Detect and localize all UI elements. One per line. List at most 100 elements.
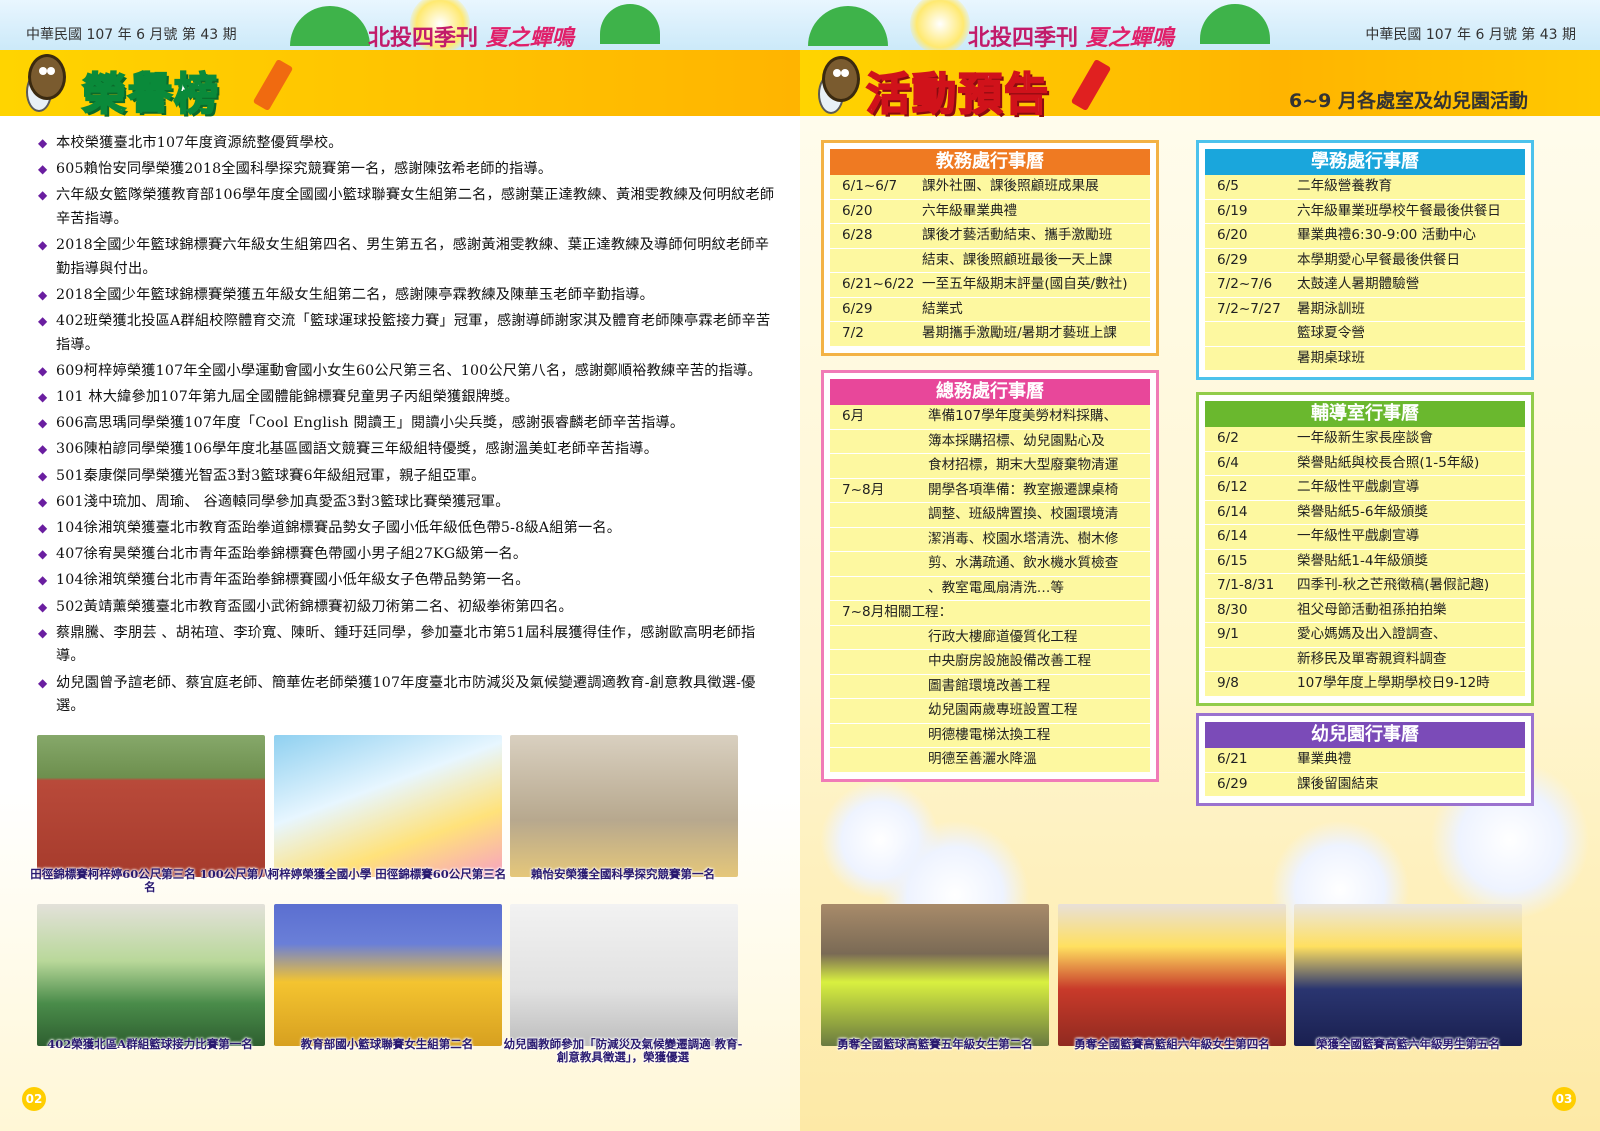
calendar-table: 6/2 一年級新生家長座談會 6/4 榮譽貼紙與校長合照(1-5年級) 6/12 二年級性… (1205, 427, 1525, 697)
calendar-row: 6/20 畢業典禮6:30-9:00 活動中心 (1205, 223, 1525, 249)
calendar-date: 6月 (830, 405, 922, 430)
calendar-event: 調整、班級牌置換、校園環境清 (922, 502, 1150, 528)
honor-item: 601淺中琉加、周瑜、 谷適轅同學參加真愛盃3對3籃球比賽榮獲冠軍。 (38, 491, 778, 515)
calendar-event: 暑期泳訓班 (1291, 297, 1525, 322)
calendar-event: 一年級性平戲劇宣導 (1291, 524, 1525, 550)
photo-caption: 柯梓婷榮獲全國小學 田徑錦標賽60公尺第三名 (267, 867, 507, 881)
counseling-calendar: 輔導室行事曆 6/2 一年級新生家長座談會 6/4 榮譽貼紙與校長合照(1-5年級) 6… (1196, 392, 1534, 706)
calendar-date (1205, 647, 1291, 672)
magazine-title: 北投四季刊 夏之蟬鳴 (368, 20, 574, 52)
calendar-date: 6/2 (1205, 427, 1291, 452)
calendar-event: 四季刊-秋之芒飛徵稿(暑假記趣) (1291, 573, 1525, 599)
calendar-row: 7~8月相關工程： (830, 600, 1150, 626)
calendar-event: 六年級畢業典禮 (916, 199, 1150, 224)
photo-caption: 402榮獲北區A群組籃球接力比賽第一名 (47, 1037, 253, 1051)
calendar-event: 課外社團、課後照顧班成果展 (916, 175, 1150, 200)
calendar-event: 107學年度上學期學校日9-12時 (1291, 671, 1525, 697)
calendar-row: 6月 準備107學年度美勞材料採購、 (830, 405, 1150, 430)
calendar-row: 食材招標，期末大型廢棄物清運 (830, 453, 1150, 479)
calendar-event: 榮譽貼紙5-6年級頒獎 (1291, 500, 1525, 525)
calendar-row: 圖書館環境改善工程 (830, 674, 1150, 699)
calendar-date (830, 429, 922, 454)
calendar-title: 教務處行事曆 (830, 149, 1150, 175)
calendar-heading: 7~8月相關工程： (830, 600, 1150, 626)
calendar-row: 簿本採購招標、幼兒園點心及 (830, 429, 1150, 454)
honor-item: 606高思瑀同學榮獲107年度「Cool English 閱讀王」閱讀小尖兵獎，… (38, 412, 778, 436)
calendar-date (830, 527, 922, 552)
calendar-row: 行政大樓廊道優質化工程 (830, 625, 1150, 650)
calendar-event: 明德樓電梯汰換工程 (922, 723, 1150, 748)
calendar-date: 6/14 (1205, 524, 1291, 550)
calendar-date: 6/4 (1205, 451, 1291, 476)
calendar-event: 潔消毒、校園水塔清洗、樹木修 (922, 527, 1150, 552)
calendar-date (830, 674, 922, 699)
calendar-date (830, 698, 922, 724)
academic-calendar: 教務處行事曆 6/1~6/7 課外社團、課後照顧班成果展 6/20 六年級畢業典禮 6/… (821, 140, 1159, 356)
calendar-event: 新移民及單寄親資料調查 (1291, 647, 1525, 672)
calendar-row: 6/15 榮譽貼紙1-4年級頒獎 (1205, 549, 1525, 574)
honor-item: 501秦康傑同學榮獲光智盃3對3籃球賽6年級組冠軍，親子組亞軍。 (38, 465, 778, 489)
calendar-event: 榮譽貼紙1-4年級頒獎 (1291, 549, 1525, 574)
calendar-row: 明德樓電梯汰換工程 (830, 723, 1150, 748)
calendar-event: 課後留園結束 (1291, 772, 1525, 797)
calendar-date: 7/2 (830, 321, 916, 347)
section-title: 活動預告 (865, 68, 1050, 121)
calendar-row: 6/21~6/22 一至五年級期末評量(國自英/數社) (830, 272, 1150, 298)
calendar-date (830, 453, 922, 479)
calendar-event: 中央廚房設施設備改善工程 (922, 649, 1150, 675)
photo-girls-basketball-team (821, 904, 1049, 1046)
calendar-row: 7/1-8/31 四季刊-秋之芒飛徵稿(暑假記趣) (1205, 573, 1525, 599)
calendar-row: 6/19 六年級畢業班學校午餐最後供餐日 (1205, 199, 1525, 224)
calendar-row: 9/8 107學年度上學期學校日9-12時 (1205, 671, 1525, 697)
calendar-date: 7/1-8/31 (1205, 573, 1291, 599)
calendar-row: 8/30 祖父母節活動祖孫拍拍樂 (1205, 598, 1525, 623)
calendar-date (830, 502, 922, 528)
photo-caption: 幼兒園教師參加「防減災及氣候變遷調適 教育-創意教具徵選」，榮獲優選 (503, 1037, 743, 1064)
section-title: 榮譽榜 (81, 68, 220, 121)
calendar-row: 6/29 課後留園結束 (1205, 772, 1525, 797)
calendar-row: 潔消毒、校園水塔清洗、樹木修 (830, 527, 1150, 552)
calendar-row: 7/2~7/6 太鼓達人暑期體驗營 (1205, 272, 1525, 298)
magazine-subtitle: 夏之蟬鳴 (1085, 25, 1174, 51)
calendar-row: 幼兒園兩歲專班設置工程 (830, 698, 1150, 724)
calendar-date (830, 747, 922, 773)
calendar-table: 6/1~6/7 課外社團、課後照顧班成果展 6/20 六年級畢業典禮 6/28 課後才藝活… (830, 175, 1150, 347)
calendar-event: 籃球夏令營 (1291, 321, 1525, 347)
calendar-date: 6/14 (1205, 500, 1291, 525)
honor-item: 2018全國少年籃球錦標賽六年級女生組第四名、男生第五名，感謝黃湘雯教練、葉正達… (38, 234, 778, 281)
calendar-date (830, 723, 922, 748)
honor-item: 本校榮獲臺北市107年度資源統整優質學校。 (38, 132, 778, 156)
calendar-event: 六年級畢業班學校午餐最後供餐日 (1291, 199, 1525, 224)
calendar-title: 輔導室行事曆 (1205, 401, 1525, 427)
left-page: 中華民國 107 年 6 月號 第 43 期 北投四季刊 夏之蟬鳴 榮譽榜 本校… (0, 0, 800, 1131)
calendar-date (830, 248, 916, 273)
honor-item: 蔡鼎騰、李朋芸 、胡祐瑄、李玠寬、陳昕、鍾玗廷同學，參加臺北市第51屆科展獲得佳… (38, 622, 778, 669)
calendar-date: 6/12 (1205, 475, 1291, 501)
honors-list: 本校榮獲臺北市107年度資源統整優質學校。605賴怡安同學榮獲2018全國科學探… (38, 132, 778, 721)
right-page: 北投四季刊 夏之蟬鳴 中華民國 107 年 6 月號 第 43 期 活動預告 6… (800, 0, 1600, 1131)
calendar-event: 、教室電風扇清洗…等 (922, 576, 1150, 601)
page-number: 03 (1552, 1087, 1576, 1111)
calendar-row: 6/20 六年級畢業典禮 (830, 199, 1150, 224)
honor-item: 104徐湘筑榮獲台北市青年盃跆拳錦標賽國小低年級女子色帶品勢第一名。 (38, 569, 778, 593)
calendar-event: 幼兒園兩歲專班設置工程 (922, 698, 1150, 724)
calendar-event: 開學各項準備：教室搬遷課桌椅 (922, 478, 1150, 503)
calendar-row: 6/1~6/7 課外社團、課後照顧班成果展 (830, 175, 1150, 200)
photo-caption: 田徑錦標賽柯梓婷60公尺第三名 100公尺第八名 (30, 867, 270, 894)
calendar-date: 6/29 (1205, 772, 1291, 797)
page-number: 02 (22, 1087, 46, 1111)
calendar-title: 總務處行事曆 (830, 379, 1150, 405)
calendar-table: 6/5 二年級營養教育 6/19 六年級畢業班學校午餐最後供餐日 6/20 畢業典禮6:3… (1205, 175, 1525, 371)
calendar-date (830, 625, 922, 650)
calendar-row: 9/1 愛心媽媽及出入證調查、 (1205, 622, 1525, 648)
calendar-row: 6/29 結業式 (830, 297, 1150, 322)
photo-caption: 勇奪全國籃賽高籃組六年級女生第四名 (1074, 1037, 1270, 1051)
calendar-event: 剪、水溝疏通、飲水機水質檢查 (922, 551, 1150, 577)
magazine-spread: 中華民國 107 年 6 月號 第 43 期 北投四季刊 夏之蟬鳴 榮譽榜 本校… (0, 0, 1600, 1131)
honor-item: 104徐湘筑榮獲臺北市教育盃跆拳道錦標賽品勢女子國小低年級低色帶5-8級A組第一… (38, 517, 778, 541)
photo-caption: 榮獲全國籃賽高籃六年級男生第五名 (1316, 1037, 1500, 1051)
calendar-event: 二年級性平戲劇宣導 (1291, 475, 1525, 501)
cicada-mascot-icon (28, 54, 66, 100)
calendar-event: 食材招標，期末大型廢棄物清運 (922, 453, 1150, 479)
photo-caption: 勇奪全國籃球高籃賽五年級女生第二名 (837, 1037, 1033, 1051)
